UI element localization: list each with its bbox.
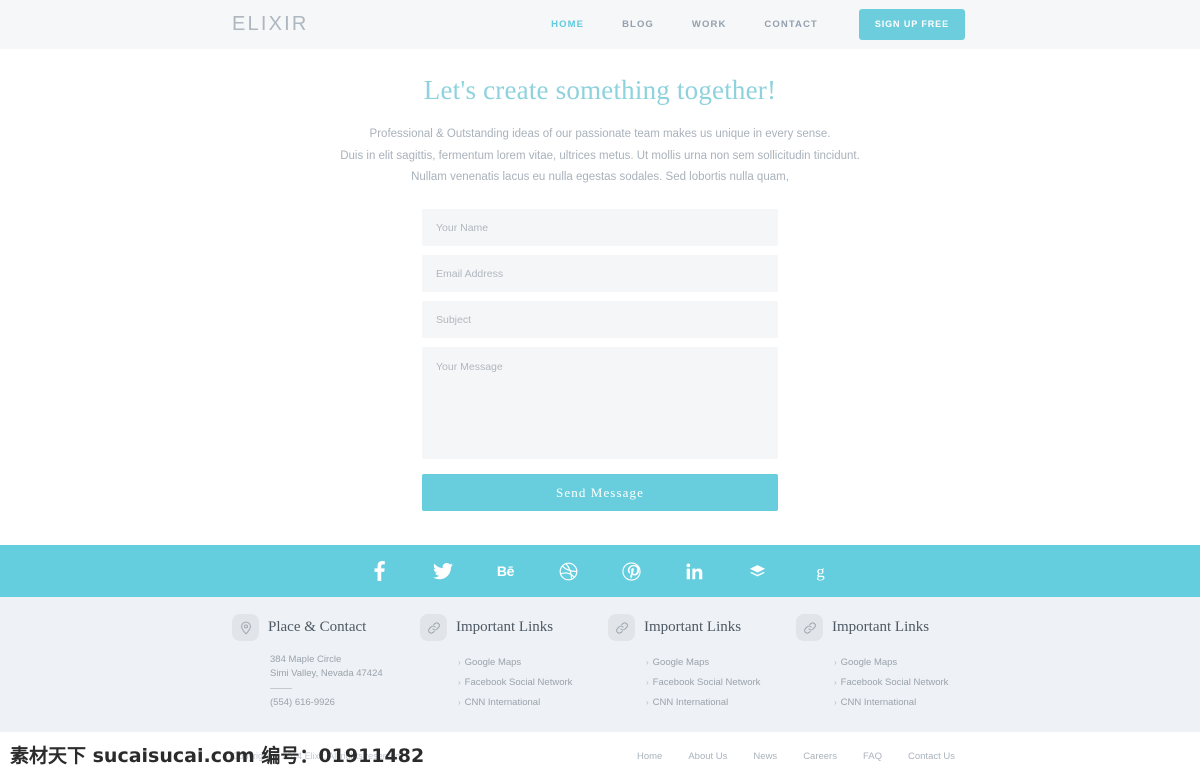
footer-column-important-links-3: Important Links › Google Maps › Facebook S… [796,614,984,713]
footer-column-title: Important Links [456,619,554,635]
facebook-icon [374,561,385,581]
footer-link-label: Google Maps [840,657,898,668]
footer-link[interactable]: › Google Maps [458,653,608,673]
send-message-button[interactable]: Send Message [422,474,778,511]
footer-link-label: CNN International [464,697,541,708]
chevron-right-icon: › [458,658,461,667]
linkedin-icon [686,562,703,580]
footer-link[interactable]: › Facebook Social Network [458,673,608,693]
footer-column-body: 384 Maple Circle Simi Valley, Nevada 474… [232,653,420,708]
footer-link[interactable]: › CNN International [458,693,608,713]
intro-line-2: Duis in elit sagittis, fermentum lorem v… [340,149,860,162]
social-link-pinterest[interactable] [600,545,663,597]
bottom-nav-careers[interactable]: Careers [790,751,850,762]
phone-number: (554) 616-9926 [270,697,335,708]
footer-link-label: CNN International [652,697,729,708]
contact-form: Send Message [422,209,778,511]
footer-columns: Place & Contact 384 Maple Circle Simi Va… [0,597,1200,713]
footer-link[interactable]: › Google Maps [834,653,984,673]
bottom-bar: Copyright © 2014 Elixir. All rights rese… [0,732,1200,780]
name-input[interactable] [422,209,778,246]
bottom-nav-about-us[interactable]: About Us [675,751,740,762]
footer-link-label: Facebook Social Network [840,677,949,688]
social-link-foursquare[interactable] [726,545,789,597]
footer-link[interactable]: › CNN International [646,693,796,713]
footer-column-header: Important Links [796,614,984,641]
message-textarea[interactable] [422,347,778,459]
copyright-text: Copyright © 2014 Elixir. All rights rese… [232,751,403,761]
chevron-right-icon: › [458,698,461,707]
social-link-google-plus[interactable]: g [789,545,852,597]
chevron-right-icon: › [646,658,649,667]
footer-link-label: CNN International [840,697,917,708]
footer-column-header: Place & Contact [232,614,420,641]
chevron-right-icon: › [834,698,837,707]
footer-link[interactable]: › Facebook Social Network [834,673,984,693]
footer-column-header: Important Links [420,614,608,641]
social-link-linkedin[interactable] [663,545,726,597]
footer-link-label: Google Maps [464,657,522,668]
footer-link-label: Google Maps [652,657,710,668]
footer-column-important-links-1: Important Links › Google Maps › Facebook S… [420,614,608,713]
chevron-right-icon: › [834,658,837,667]
behance-icon: Bē [496,563,515,579]
address-line-1: 384 Maple Circle [270,654,342,665]
main-navigation: HOME BLOG WORK CONTACT SIGN UP FREE [532,9,965,40]
link-icon [796,614,823,641]
bottom-navigation: Home About Us News Careers FAQ Contact U… [624,751,968,762]
page-title: Let's create something together! [423,75,777,105]
footer-column-body: › Google Maps › Facebook Social Network › C… [608,653,796,713]
social-link-twitter[interactable] [411,545,474,597]
subject-input[interactable] [422,301,778,338]
bottom-nav-news[interactable]: News [740,751,790,762]
footer-link[interactable]: › CNN International [834,693,984,713]
footer-link[interactable]: › Google Maps [646,653,796,673]
social-link-facebook[interactable] [348,545,411,597]
chevron-right-icon: › [646,678,649,687]
link-icon [420,614,447,641]
footer-column-place-contact: Place & Contact 384 Maple Circle Simi Va… [232,614,420,713]
footer-column-title: Important Links [644,619,742,635]
chevron-right-icon: › [458,678,461,687]
intro-line-1: Professional & Outstanding ideas of our … [369,128,831,140]
bottom-nav-home[interactable]: Home [624,751,675,762]
site-header: ELIXIR HOME BLOG WORK CONTACT SIGN UP FR… [0,0,1200,49]
nav-link-home[interactable]: HOME [532,19,603,30]
nav-link-contact[interactable]: CONTACT [745,19,836,30]
dribbble-icon [559,562,578,581]
nav-link-work[interactable]: WORK [673,19,745,30]
footer-link-label: Facebook Social Network [652,677,761,688]
social-bar: Bē g [0,545,1200,597]
nav-link-blog[interactable]: BLOG [603,19,673,30]
footer-column-title: Important Links [832,619,930,635]
chevron-right-icon: › [646,698,649,707]
address-divider [270,688,292,689]
footer-column-body: › Google Maps › Facebook Social Network › C… [796,653,984,713]
intro-line-3: Nullam venenatis lacus eu nulla egestas … [411,171,789,183]
social-link-behance[interactable]: Bē [474,545,537,597]
bottom-nav-faq[interactable]: FAQ [850,751,895,762]
footer-column-important-links-2: Important Links › Google Maps › Facebook S… [608,614,796,713]
link-icon [608,614,635,641]
brand-logo[interactable]: ELIXIR [232,13,309,36]
intro-paragraph: Professional & Outstanding ideas of our … [280,124,920,188]
twitter-icon [432,562,453,580]
map-pin-icon [232,614,259,641]
email-input[interactable] [422,255,778,292]
pinterest-icon [622,561,641,581]
address-line-2: Simi Valley, Nevada 47424 [270,668,383,679]
sign-up-free-button[interactable]: SIGN UP FREE [858,9,965,40]
footer-column-body: › Google Maps › Facebook Social Network › C… [420,653,608,713]
chevron-right-icon: › [834,678,837,687]
bottom-nav-contact-us[interactable]: Contact Us [895,751,968,762]
footer-column-header: Important Links [608,614,796,641]
footer-link-label: Facebook Social Network [464,677,573,688]
contact-section: Let's create something together! Profess… [0,49,1200,511]
social-link-dribbble[interactable] [537,545,600,597]
footer-column-title: Place & Contact [268,619,367,635]
site-footer: Place & Contact 384 Maple Circle Simi Va… [0,597,1200,732]
foursquare-icon [748,562,767,581]
google-plus-icon: g [816,561,825,581]
footer-link[interactable]: › Facebook Social Network [646,673,796,693]
